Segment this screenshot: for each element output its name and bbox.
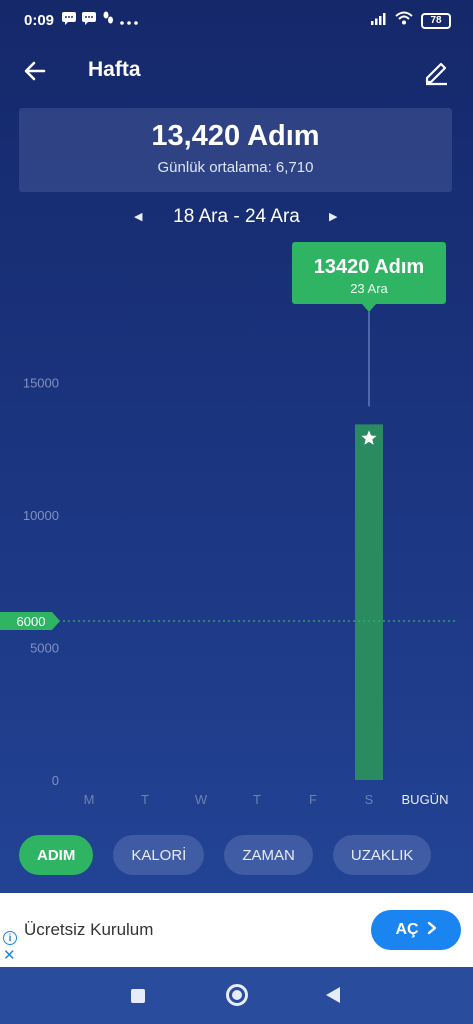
tab-0[interactable]: ADIM	[19, 835, 94, 875]
wifi-icon	[395, 11, 413, 30]
x-tick-label: BUGÜN	[402, 792, 449, 807]
tooltip-value: 13420 Adım	[314, 256, 424, 278]
summary-card: 13,420 Adım Günlük ortalama: 6,710	[19, 108, 452, 192]
more-dots-icon	[120, 12, 138, 28]
daily-average: Günlük ortalama: 6,710	[19, 159, 452, 176]
home-circle-icon[interactable]	[226, 984, 248, 1006]
tab-2[interactable]: ZAMAN	[224, 835, 313, 875]
next-week-icon[interactable]: ▶	[329, 210, 337, 223]
x-tick-label: S	[365, 792, 374, 807]
status-bar: 0:09 78	[0, 0, 473, 42]
daily-average-value: 6,710	[275, 159, 314, 176]
app-header: Hafta	[0, 50, 473, 94]
ad-close-icon[interactable]: ✕	[3, 948, 16, 963]
y-tick-label: 10000	[23, 508, 59, 523]
ad-banner[interactable]: i ✕ Ücretsiz Kurulum AÇ	[0, 893, 473, 967]
ad-info-icon[interactable]: i	[3, 931, 17, 945]
system-nav-bar	[0, 967, 473, 1024]
system-icons: 78	[371, 11, 451, 30]
x-tick-label: W	[195, 792, 208, 807]
ad-open-label: AÇ	[395, 921, 419, 938]
x-tick-label: T	[253, 792, 261, 807]
edit-pencil-icon[interactable]	[421, 56, 451, 86]
y-tick-label: 0	[52, 773, 59, 788]
date-range: 18 Ara - 24 Ara	[173, 206, 300, 227]
metric-tabs: ADIM KALORİ ZAMAN UZAKLIK	[19, 835, 432, 875]
y-tick-label: 15000	[23, 376, 59, 391]
tooltip-pointer	[362, 304, 376, 312]
x-tick-label: M	[84, 792, 95, 807]
total-steps: 13,420 Adım	[151, 120, 320, 152]
steps-bar-chart: 15000 10000 5000 0 6000 13420 Adım 23 Ara M T W T F…	[0, 242, 455, 807]
daily-average-label: Günlük ortalama:	[157, 159, 272, 176]
back-arrow-icon[interactable]	[20, 56, 50, 86]
x-tick-label: T	[141, 792, 149, 807]
y-tick-label: 5000	[30, 641, 59, 656]
status-time: 0:09	[24, 12, 55, 29]
footsteps-icon	[102, 11, 114, 28]
message-icon-2	[82, 11, 96, 28]
x-tick-label: F	[309, 792, 317, 807]
recents-square-icon[interactable]	[131, 989, 145, 1003]
ad-text: Ücretsiz Kurulum	[24, 920, 154, 939]
ad-open-button[interactable]: AÇ	[371, 910, 461, 950]
goal-label: 6000	[17, 614, 46, 629]
chevron-right-icon	[427, 921, 437, 940]
page-title: Hafta	[88, 58, 141, 81]
tab-1[interactable]: KALORİ	[113, 835, 205, 875]
tab-3[interactable]: UZAKLIK	[332, 835, 432, 875]
message-icon	[62, 11, 76, 28]
back-triangle-icon[interactable]	[326, 987, 340, 1003]
notification-icons	[62, 11, 138, 28]
tooltip-date: 23 Ara	[350, 281, 388, 296]
bar-5	[355, 424, 383, 780]
date-navigation: ◀ 18 Ara - 24 Ara ▶	[0, 206, 473, 232]
signal-icon	[371, 12, 387, 30]
battery-icon: 78	[421, 12, 451, 29]
